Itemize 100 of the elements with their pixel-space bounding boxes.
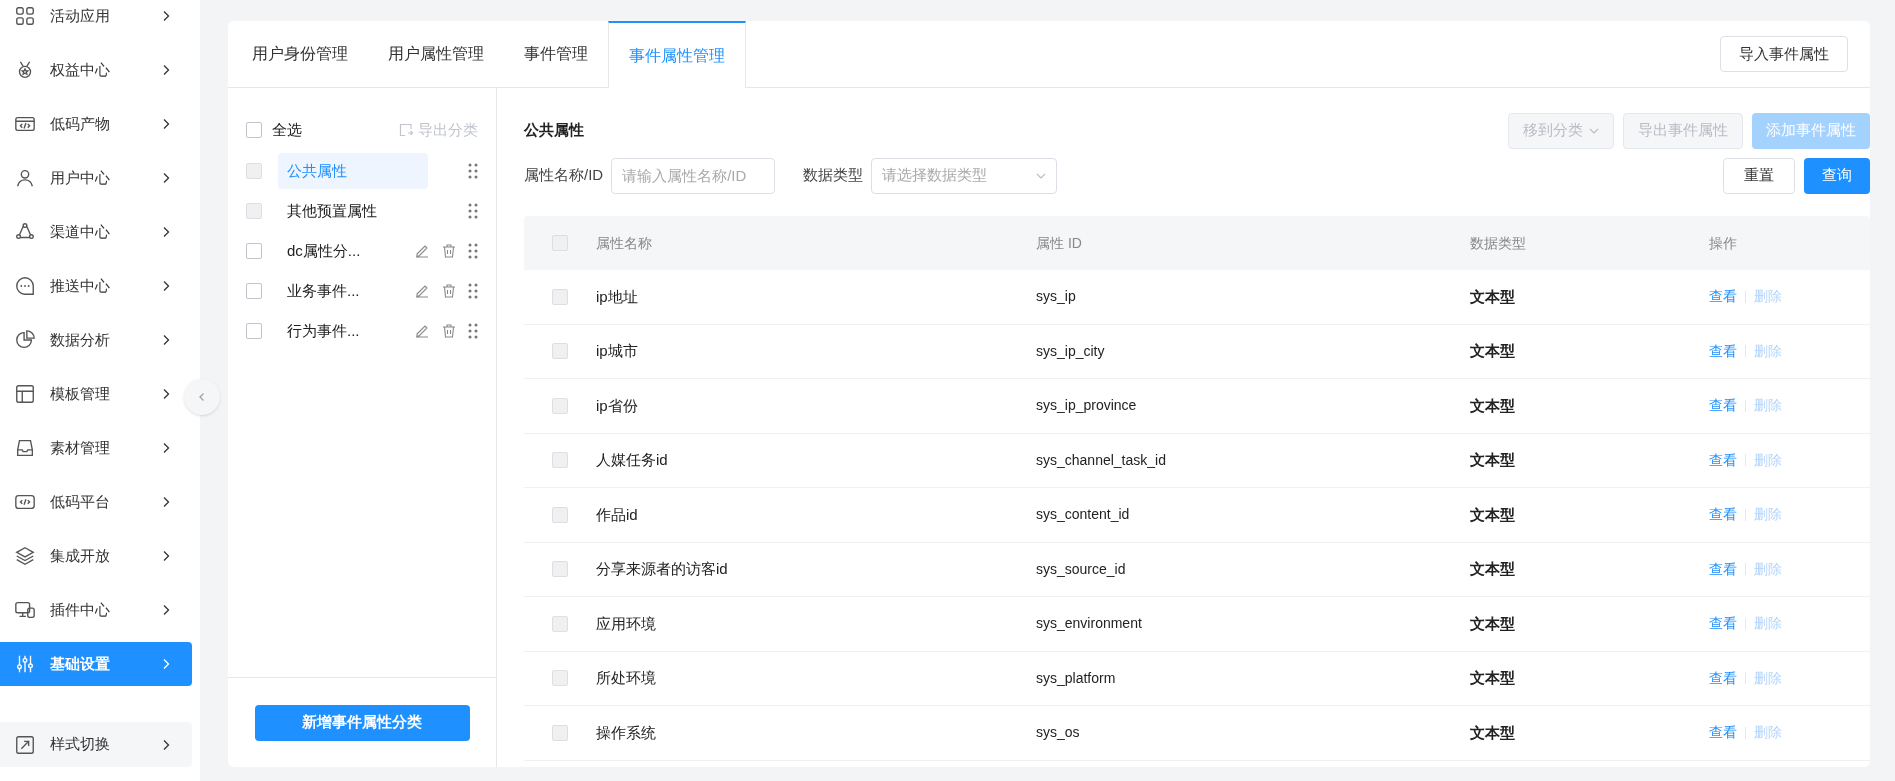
sidebar-item[interactable]: 低码产物 (0, 97, 180, 151)
chevron-right-icon (162, 658, 170, 670)
chevron-down-icon (1589, 127, 1599, 134)
sidebar-item[interactable]: 渠道中心 (0, 205, 180, 259)
table-cell-text: sys_source_id (1036, 559, 1127, 579)
chevron-right-icon (162, 738, 170, 751)
sidebar-item[interactable]: 推送中心 (0, 259, 180, 313)
table-cell-text: 文本型 (1470, 722, 1516, 743)
chevron-right-icon (162, 334, 170, 346)
import-button[interactable]: 导入事件属性 (1720, 36, 1848, 72)
sidebar-item[interactable]: 集成开放 (0, 529, 180, 583)
table-cell-text: 文本型 (1470, 286, 1516, 307)
table-cell-text: 所处环境 (596, 668, 657, 688)
table-cell-text: 文本型 (1470, 450, 1516, 470)
table-cell-text: 作品id (596, 504, 639, 525)
layout-icon (14, 383, 36, 405)
table-cell-text: 文本型 (1470, 613, 1516, 634)
tab[interactable]: 事件管理 (504, 21, 608, 87)
delete-icon[interactable] (441, 243, 457, 259)
checkbox[interactable] (246, 283, 262, 299)
external-link-icon (14, 733, 36, 756)
chevron-right-icon (162, 496, 170, 508)
table-cell-text: sys_ip_province (1036, 396, 1138, 416)
table-cell-text: 文本型 (1470, 504, 1516, 525)
sidebar-item[interactable]: 素材管理 (0, 421, 180, 475)
chevron-right-icon (162, 226, 170, 238)
filter-label: 数据类型 (803, 165, 864, 186)
user-icon (14, 167, 36, 189)
sidebar-item[interactable]: 活动应用 (0, 0, 180, 43)
export-icon (399, 123, 413, 137)
sidebar-item[interactable]: 模板管理 (0, 367, 180, 421)
drag-handle-icon[interactable] (468, 243, 478, 259)
table-cell-text: sys_os (1036, 723, 1081, 743)
column-header: 属性名称 (596, 233, 653, 253)
sidebar-item[interactable]: 用户中心 (0, 151, 180, 205)
delete-icon[interactable] (441, 323, 457, 339)
chevron-right-icon (162, 64, 170, 76)
chevron-right-icon (162, 10, 170, 22)
chat-icon (14, 275, 36, 297)
sliders-icon (14, 653, 36, 675)
chevron-right-icon (162, 604, 170, 616)
checkbox[interactable] (246, 122, 262, 138)
inbox-icon (14, 437, 36, 459)
table-cell-text: 文本型 (1470, 559, 1516, 579)
table-cell-text: sys_content_id (1036, 505, 1131, 525)
grid-icon (14, 5, 36, 27)
sidebar-item[interactable]: 数据分析 (0, 313, 180, 367)
category-item[interactable]: dc属性分... (278, 233, 378, 269)
select-all-label: 全选 (272, 119, 303, 140)
tab[interactable]: 事件属性管理 (608, 21, 746, 88)
drag-handle-icon[interactable] (468, 283, 478, 299)
type-select[interactable]: 请选择数据类型 (871, 157, 1058, 194)
chevron-right-icon (162, 280, 170, 292)
sidebar-item[interactable]: 样式切换 (0, 722, 192, 767)
table-cell-text: ip城市 (596, 341, 639, 361)
tab[interactable]: 用户身份管理 (232, 21, 368, 87)
table-cell-text: sys_platform (1036, 668, 1117, 688)
chevron-left-icon (197, 392, 207, 402)
pie-chart-icon (14, 329, 36, 351)
chevron-right-icon (162, 172, 170, 184)
filter-label: 属性名称/ID (524, 165, 604, 186)
table-cell-text: 人媒任务id (596, 450, 669, 470)
table-cell-text: sys_channel_task_id (1036, 450, 1167, 470)
checkbox[interactable] (246, 243, 262, 259)
table-cell-text: sys_ip_city (1036, 341, 1106, 361)
drag-handle-icon[interactable] (468, 323, 478, 339)
category-item[interactable]: 业务事件... (278, 273, 378, 309)
search-field[interactable]: 请输入属性名称/ID (611, 157, 776, 194)
sidebar-item[interactable]: 权益中心 (0, 43, 180, 97)
table-cell-text: 文本型 (1470, 395, 1516, 416)
devices-icon (14, 599, 36, 621)
column-header: 操作 (1709, 233, 1738, 253)
tab[interactable]: 用户属性管理 (368, 21, 504, 87)
edit-icon[interactable] (414, 283, 430, 299)
section-title: 公共属性 (524, 120, 584, 141)
table-cell-text: sys_environment (1036, 614, 1143, 634)
sidebar-item[interactable]: 低码平台 (0, 475, 180, 529)
collapse-button[interactable] (184, 379, 220, 415)
reset-button[interactable]: 重置 (1723, 157, 1795, 194)
add-category-button[interactable]: 新增事件属性分类 (254, 704, 470, 741)
chevron-right-icon (162, 550, 170, 562)
chevron-right-icon (162, 118, 170, 130)
table-cell-text: 分享来源者的访客id (596, 559, 729, 579)
table-cell-text: ip省份 (596, 395, 639, 416)
table-cell-text: 文本型 (1470, 341, 1516, 361)
sidebar-item[interactable]: 插件中心 (0, 583, 180, 637)
chevron-right-icon (162, 388, 170, 400)
table-cell-text: 操作系统 (596, 722, 657, 743)
table-cell-text: ip地址 (596, 286, 639, 307)
sidebar-item[interactable]: 基础设置 (0, 642, 192, 686)
edit-icon[interactable] (414, 323, 430, 339)
checkbox[interactable] (246, 323, 262, 339)
table-cell-text: 文本型 (1470, 668, 1516, 688)
query-button[interactable]: 查询 (1804, 157, 1870, 194)
edit-icon[interactable] (414, 243, 430, 259)
table-cell-text: 应用环境 (596, 613, 657, 634)
chevron-down-icon (1036, 172, 1047, 179)
delete-icon[interactable] (441, 283, 457, 299)
category-item[interactable]: 行为事件... (278, 313, 378, 349)
layers-icon (14, 545, 36, 567)
